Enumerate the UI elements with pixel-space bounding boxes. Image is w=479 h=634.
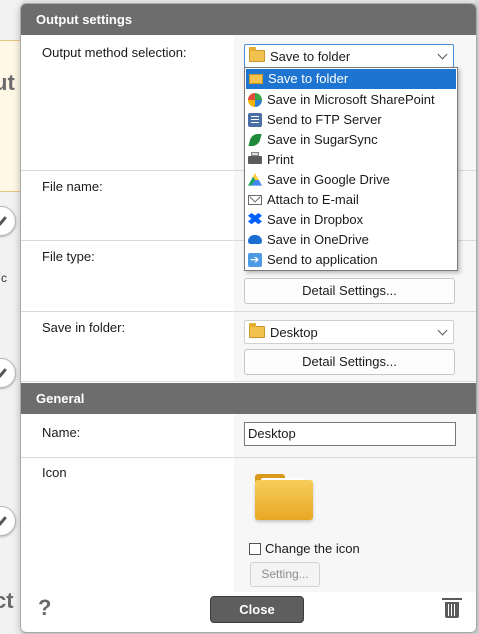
file-type-label: File type: [42, 249, 95, 264]
option-label: Save to folder [268, 71, 349, 86]
ftp-server-icon [248, 113, 262, 127]
option-label: Save in SugarSync [267, 132, 378, 147]
dropdown-option-ftp-server[interactable]: Send to FTP Server [245, 110, 457, 130]
dropdown-option-dropbox[interactable]: Save in Dropbox [245, 210, 457, 230]
dropdown-option-email[interactable]: Attach to E-mail [245, 190, 457, 210]
dropbox-icon [248, 213, 262, 225]
option-label: Save in Dropbox [267, 212, 364, 227]
file-name-label: File name: [42, 179, 103, 194]
background-text-fragment: c [1, 271, 7, 285]
printer-icon [248, 152, 262, 164]
background-text-fragment: ct [0, 588, 14, 613]
dropdown-option-google-drive[interactable]: Save in Google Drive [245, 170, 457, 190]
option-label: Send to FTP Server [267, 112, 382, 127]
folder-icon-body [255, 480, 313, 520]
save-in-folder-row: Save in folder: Desktop Detail Settings.… [21, 312, 476, 382]
option-label: Print [267, 152, 294, 167]
dialog-footer: ? Close [21, 592, 476, 632]
name-input[interactable]: Desktop [244, 422, 456, 446]
trash-icon[interactable] [442, 598, 462, 618]
change-icon-checkbox[interactable] [249, 542, 261, 555]
name-row: Name: Desktop [21, 414, 476, 458]
dropdown-option-send-to-application[interactable]: Send to application [245, 250, 457, 270]
folder-icon [255, 474, 313, 520]
background-text-fragment: ut [0, 70, 15, 95]
output-method-label: Output method selection: [42, 45, 187, 60]
dropdown-option-save-to-folder[interactable]: Save to folder [246, 69, 456, 89]
save-in-folder-select[interactable]: Desktop [244, 320, 454, 344]
option-label: Save in Microsoft SharePoint [267, 92, 435, 107]
icon-row: Icon Change the icon Setting... [21, 458, 476, 592]
folder-icon [249, 323, 265, 338]
folder-icon [249, 74, 263, 84]
output-method-dropdown: Save to folder Save in Microsoft SharePo… [244, 67, 458, 271]
change-icon-option[interactable]: Change the icon [249, 541, 360, 556]
send-to-application-icon [248, 250, 262, 270]
google-drive-icon [248, 173, 262, 186]
option-label: Send to application [267, 252, 378, 267]
output-settings-header: Output settings [21, 4, 476, 35]
output-method-select[interactable]: Save to folder [244, 44, 454, 68]
save-in-folder-value: Desktop [270, 324, 318, 340]
email-icon [248, 195, 262, 205]
change-icon-label: Change the icon [265, 541, 360, 556]
option-label: Attach to E-mail [267, 192, 359, 207]
folder-icon [249, 47, 265, 62]
icon-label: Icon [42, 465, 67, 480]
save-in-folder-label: Save in folder: [42, 320, 126, 335]
option-label: Save in OneDrive [267, 232, 369, 247]
close-button[interactable]: Close [210, 596, 304, 623]
output-method-value: Save to folder [270, 48, 351, 64]
name-label: Name: [42, 425, 81, 440]
dropdown-option-sugarsync[interactable]: Save in SugarSync [245, 130, 457, 150]
icon-setting-button[interactable]: Setting... [250, 562, 320, 587]
chevron-down-icon [437, 49, 448, 60]
dropdown-option-onedrive[interactable]: Save in OneDrive [245, 230, 457, 250]
chevron-down-icon [437, 325, 448, 336]
background-panel [0, 40, 21, 192]
sugarsync-icon [248, 133, 262, 147]
general-header: General [21, 383, 476, 414]
onedrive-icon [248, 235, 262, 244]
sharepoint-icon [248, 93, 262, 107]
file-type-detail-settings-button[interactable]: Detail Settings... [244, 278, 455, 304]
save-in-folder-detail-settings-button[interactable]: Detail Settings... [244, 349, 455, 375]
help-icon[interactable]: ? [38, 595, 51, 621]
dropdown-option-sharepoint[interactable]: Save in Microsoft SharePoint [245, 90, 457, 110]
option-label: Save in Google Drive [267, 172, 390, 187]
dropdown-option-print[interactable]: Print [245, 150, 457, 170]
